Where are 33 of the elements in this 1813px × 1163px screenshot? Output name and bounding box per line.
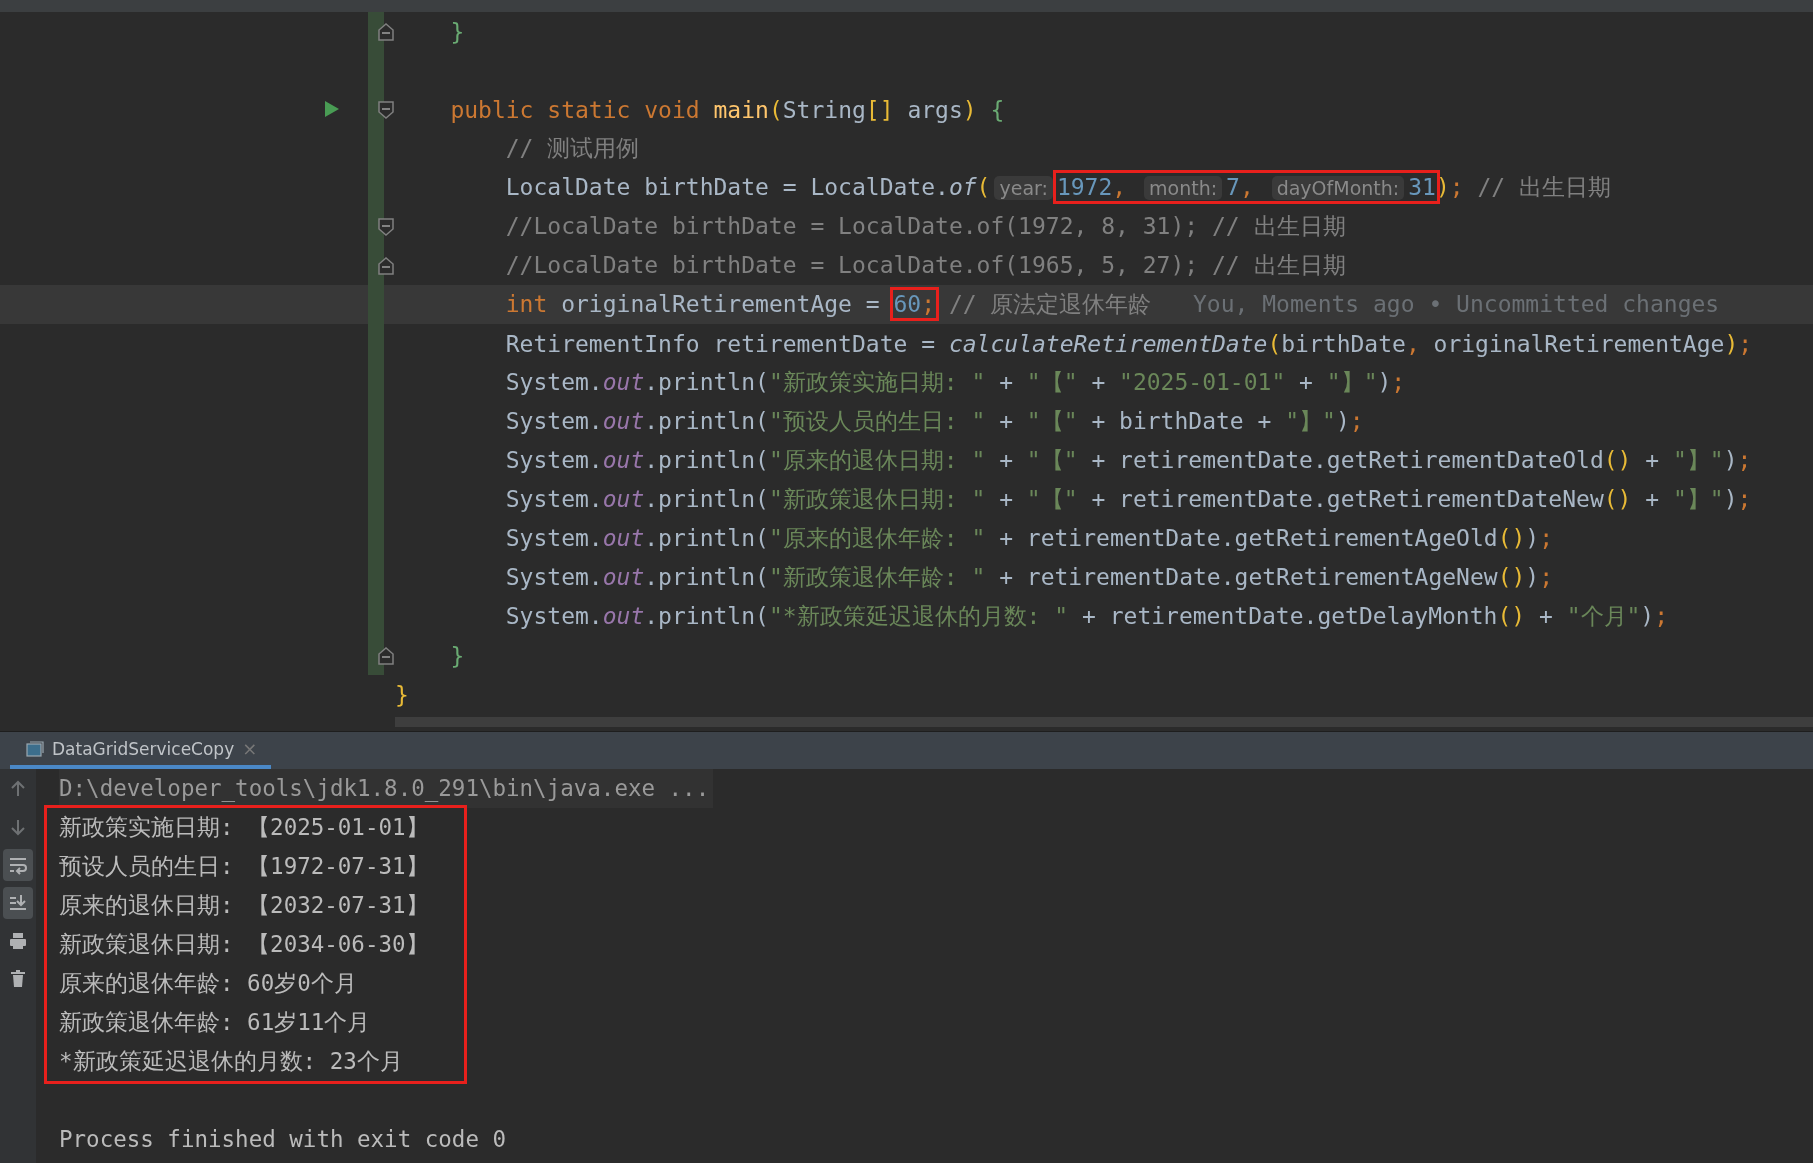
console-icon [26, 740, 44, 757]
code-line: // 测试用例 [504, 134, 640, 163]
code-line: System.out.println("新政策实施日期: " + "【" + "2025-01-01" + "】"); [504, 368, 1406, 397]
console-output-line: 新政策退休年龄: 61岁11个月 [59, 1008, 372, 1037]
code-line: RetirementInfo retirementDate = calculateRetirementDate(birthDate, originalRetirementAge); [504, 330, 1753, 357]
code-line: System.out.println("原来的退休日期: " + "【" + retirementDate.getRetirementDateOld() + "】"); [504, 446, 1752, 475]
code-line: System.out.println("新政策退休日期: " + "【" + retirementDate.getRetirementDateNew() + "】"); [504, 485, 1752, 514]
console-output-line: Process finished with exit code 0 [59, 1125, 508, 1154]
soft-wrap-icon[interactable] [3, 849, 33, 881]
console-command: D:\developer_tools\jdk1.8.0_291\bin\java.exe ... [59, 769, 714, 808]
code-line: int originalRetirementAge = 60; // 原法定退休年龄 You, Moments ago • Uncommitted changes [395, 289, 1720, 320]
console-output-line: *新政策延迟退休的月数: 23个月 [59, 1047, 404, 1076]
close-icon: × [242, 738, 258, 759]
code-line: LocalDate birthDate = LocalDate.of( year: 1972, month: 7, dayOfMonth: 31); // 出生日期 [395, 172, 1611, 203]
code-line: } [449, 642, 465, 669]
code-line: } [449, 18, 465, 45]
code-line: public static void main(String[] args) { [449, 96, 1005, 123]
scroll-to-end-icon[interactable] [3, 887, 33, 919]
fold-icon[interactable] [378, 218, 394, 236]
run-icon[interactable] [324, 100, 340, 118]
console-output-line: 预设人员的生日: 【1972-07-31】 [59, 852, 430, 881]
code-line: System.out.println("预设人员的生日: " + "【" + birthDate + "】"); [504, 407, 1364, 436]
code-line: //LocalDate birthDate = LocalDate.of(1965, 5, 27); // 出生日期 [504, 251, 1346, 280]
code-line: System.out.println("原来的退休年龄: " + retirementDate.getRetirementAgeOld()); [504, 524, 1554, 553]
console-output-line: 新政策实施日期: 【2025-01-01】 [59, 813, 430, 842]
console-output-line: 原来的退休年龄: 60岁0个月 [59, 969, 358, 998]
fold-icon[interactable] [378, 101, 394, 119]
code-line: } [395, 681, 409, 708]
code-line: System.out.println("*新政策延迟退休的月数: " + retirementDate.getDelayMonth() + "个月"); [504, 602, 1669, 631]
console-output-line: 新政策退休日期: 【2034-06-30】 [59, 930, 430, 959]
code-line: System.out.println("新政策退休年龄: " + retirementDate.getRetirementAgeNew()); [504, 563, 1554, 592]
code-line: //LocalDate birthDate = LocalDate.of(1972, 8, 31); // 出生日期 [504, 212, 1346, 241]
console-output-line: 原来的退休日期: 【2032-07-31】 [59, 891, 430, 920]
